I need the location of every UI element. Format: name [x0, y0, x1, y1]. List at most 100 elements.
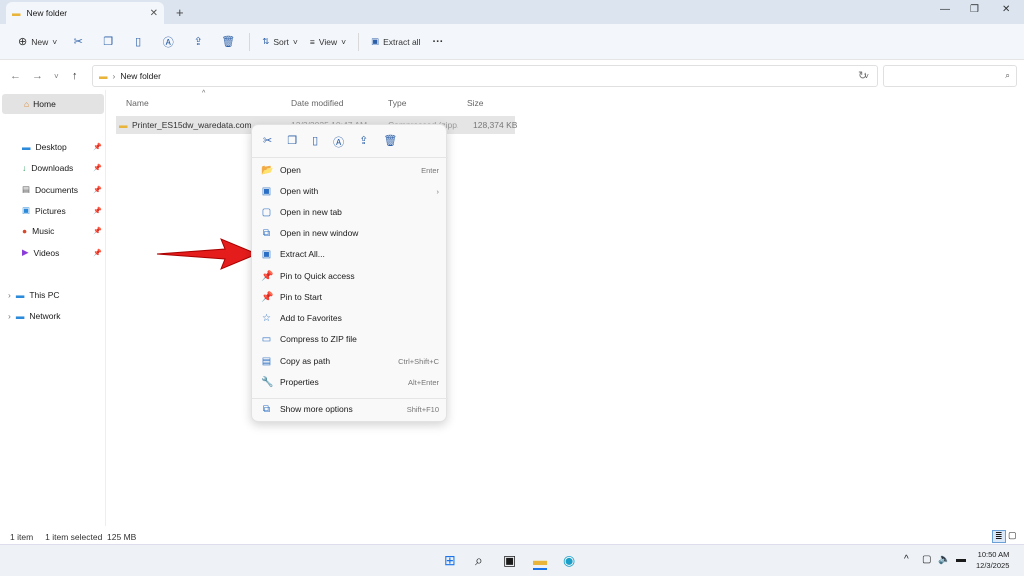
menu-item-shortcut: Alt+Enter	[408, 378, 439, 387]
sidebar-label: Pictures	[35, 206, 66, 216]
menu-item-open[interactable]: 📂OpenEnter	[261, 160, 439, 180]
selection-info: 1 item selected 125 MB	[45, 532, 136, 542]
breadcrumb: New folder	[120, 71, 161, 81]
menu-item-open-with[interactable]: ▣Open with›	[261, 181, 439, 201]
new-tab-button[interactable]: +	[176, 5, 184, 20]
column-header-type[interactable]: Type	[388, 98, 406, 108]
delete-icon[interactable]: 🗑	[218, 35, 238, 48]
menu-item-shortcut: Shift+F10	[407, 405, 439, 414]
start-icon[interactable]: ⊞	[444, 552, 456, 569]
extract-all-button[interactable]: ▣Extract all	[365, 30, 426, 54]
add-to-favorites-icon: ☆	[261, 313, 272, 324]
tiles-view-icon[interactable]: ▢	[1008, 530, 1017, 541]
menu-item-label: Add to Favorites	[280, 313, 342, 323]
divider	[252, 157, 448, 158]
folder-icon: ▬	[99, 71, 108, 81]
column-header-name[interactable]: Name	[126, 98, 149, 108]
menu-item-shortcut: Ctrl+Shift+C	[398, 357, 439, 366]
file-name: Printer_ES15dw_waredata.com	[132, 120, 252, 130]
sidebar-label: Network	[29, 311, 60, 321]
copy-icon[interactable]: ❐	[98, 35, 118, 48]
sidebar-label: Home	[33, 99, 56, 109]
menu-item-compress-to-zip-file[interactable]: ▭Compress to ZIP file	[261, 329, 439, 349]
show-hidden-icons-chevron[interactable]: ^	[904, 554, 909, 565]
paste-icon[interactable]: ▯	[128, 35, 148, 48]
back-icon[interactable]: ←	[10, 70, 21, 82]
menu-item-shortcut: Enter	[421, 166, 439, 175]
menu-item-open-in-new-window[interactable]: ⧉Open in new window	[261, 223, 439, 243]
extract-all-icon: ▣	[261, 249, 272, 260]
details-view-icon[interactable]: ≣	[992, 530, 1006, 543]
sidebar-item-music[interactable]: ●Music📌	[22, 226, 102, 236]
red-arrow-annotation	[155, 236, 260, 272]
menu-item-label: Copy as path	[280, 356, 330, 366]
address-bar[interactable]: ▬ › New folder ˅	[92, 65, 878, 87]
refresh-icon[interactable]: ↻	[858, 69, 867, 82]
pc-icon: ▬	[16, 290, 25, 300]
sidebar-item-home[interactable]: ⌂Home	[2, 94, 104, 114]
delete-icon[interactable]: 🗑	[383, 134, 397, 157]
task-view-icon[interactable]: ▣	[503, 552, 516, 569]
sidebar-item-network[interactable]: ›▬Network	[8, 311, 88, 321]
search-icon[interactable]: ⌕	[475, 552, 483, 569]
command-bar: ⊕New˅ ✂ ❐ ▯ Ⓐ ⇪ 🗑 ⇅Sort˅ ≡View˅ ▣Extract…	[0, 24, 1024, 60]
sidebar-item-downloads[interactable]: ↓Downloads📌	[22, 163, 102, 173]
pin-icon: 📌	[93, 249, 102, 257]
paste-icon[interactable]: ▯	[312, 134, 318, 157]
more-options-button[interactable]: ···	[426, 30, 449, 54]
menu-item-label: Pin to Start	[280, 292, 322, 302]
sidebar-item-desktop[interactable]: ▬Desktop📌	[22, 142, 102, 152]
menu-item-copy-as-path[interactable]: ▤Copy as pathCtrl+Shift+C	[261, 351, 439, 371]
extract-label: Extract all	[383, 37, 420, 47]
file-explorer-icon[interactable]: ▬	[533, 552, 547, 570]
clock[interactable]: 10:50 AM 12/3/2025	[976, 549, 1009, 571]
menu-item-pin-to-start[interactable]: 📌Pin to Start	[261, 287, 439, 307]
edge-icon[interactable]: ◉	[563, 552, 575, 569]
rename-icon[interactable]: Ⓐ	[333, 134, 344, 157]
sidebar-item-videos[interactable]: ▶Videos📌	[22, 247, 102, 258]
view-label: View	[319, 37, 337, 47]
compress-to-zip-file-icon: ▭	[261, 334, 272, 345]
view-button[interactable]: ≡View˅	[304, 30, 352, 54]
column-header-size[interactable]: Size	[467, 98, 484, 108]
tab-title: New folder	[27, 8, 68, 18]
volume-icon[interactable]: 🔈	[938, 554, 950, 565]
share-icon[interactable]: ⇪	[359, 134, 368, 157]
sidebar-item-this-pc[interactable]: ›▬This PC	[8, 290, 88, 300]
minimize-button[interactable]: —	[940, 4, 950, 15]
menu-item-extract-all[interactable]: ▣Extract All...	[261, 244, 439, 264]
close-tab-button[interactable]: ✕	[150, 8, 158, 19]
battery-icon[interactable]: ▬	[956, 554, 966, 565]
clock-date: 12/3/2025	[976, 560, 1009, 571]
divider	[249, 33, 250, 51]
expand-chevron-icon: ›	[8, 290, 11, 300]
open-icon: 📂	[261, 165, 272, 176]
recent-chevron-icon[interactable]: ˅	[54, 72, 59, 81]
breadcrumb-chevron-icon: ›	[113, 71, 116, 81]
tab-new-folder[interactable]: ▬ New folder ✕	[6, 2, 164, 24]
cut-icon[interactable]: ✂	[68, 35, 88, 48]
copy-icon[interactable]: ❐	[287, 134, 297, 157]
menu-item-properties[interactable]: 🔧PropertiesAlt+Enter	[261, 372, 439, 392]
column-header-date[interactable]: Date modified	[291, 98, 343, 108]
cut-icon[interactable]: ✂	[263, 134, 272, 157]
context-menu: ✂ ❐ ▯ Ⓐ ⇪ 🗑 📂OpenEnter▣Open with›▢Open i…	[251, 124, 447, 422]
sort-button[interactable]: ⇅Sort˅	[256, 30, 304, 54]
sidebar-item-pictures[interactable]: ▣Pictures📌	[22, 205, 102, 216]
rename-icon[interactable]: Ⓐ	[158, 34, 178, 50]
menu-item-show-more-options[interactable]: ⧉Show more optionsShift+F10	[261, 399, 439, 419]
up-icon[interactable]: ↑	[72, 70, 78, 82]
menu-item-add-to-favorites[interactable]: ☆ Add to Favorites	[261, 308, 439, 328]
maximize-button[interactable]: ❐	[970, 4, 979, 15]
sidebar-item-documents[interactable]: ▤Documents📌	[22, 184, 102, 195]
menu-item-pin-to-quick-access[interactable]: 📌Pin to Quick access	[261, 266, 439, 286]
new-button[interactable]: ⊕New˅	[12, 30, 63, 54]
close-window-button[interactable]: ✕	[1002, 4, 1010, 15]
new-label: New	[31, 37, 48, 47]
menu-item-open-in-new-tab[interactable]: ▢Open in new tab	[261, 202, 439, 222]
forward-icon[interactable]: →	[32, 70, 43, 82]
menu-item-label: Open with	[280, 186, 318, 196]
share-icon[interactable]: ⇪	[188, 35, 208, 48]
search-input[interactable]: ⌕	[883, 65, 1017, 87]
network-icon[interactable]: ▢	[922, 554, 931, 565]
